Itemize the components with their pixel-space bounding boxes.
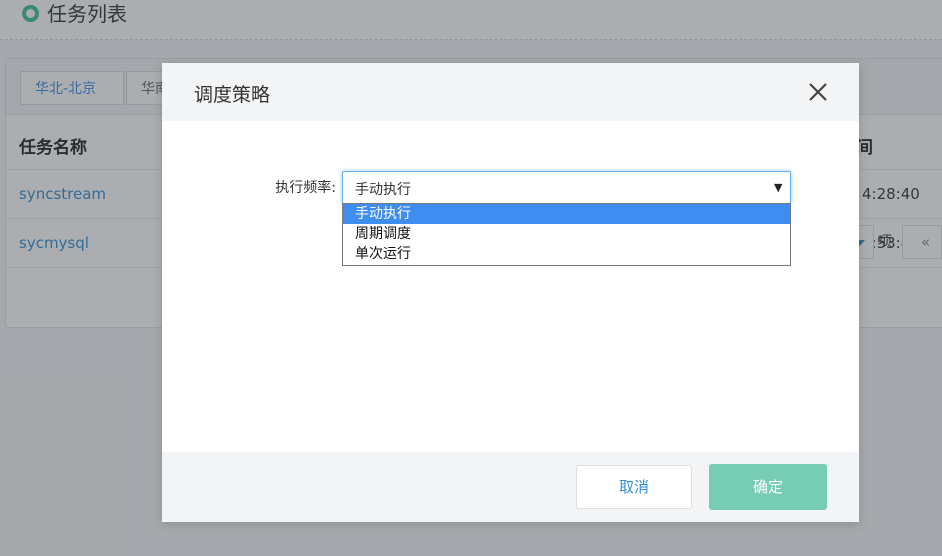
dialog-title: 调度策略: [194, 84, 271, 106]
option-manual[interactable]: 手动执行: [343, 204, 790, 224]
caret-down-icon: ▼: [774, 181, 783, 194]
dialog-header: 调度策略: [162, 63, 859, 121]
dialog-footer: 取消 确定: [162, 452, 859, 522]
close-icon[interactable]: [807, 81, 829, 103]
frequency-select[interactable]: 手动执行 ▼: [342, 171, 791, 204]
option-once[interactable]: 单次运行: [343, 244, 790, 264]
frequency-options: 手动执行 周期调度 单次运行: [342, 203, 791, 266]
schedule-policy-dialog: 调度策略 执行频率: 手动执行 ▼ 手动执行 周期调度 单次运行 取消 确定: [162, 63, 859, 522]
cancel-button[interactable]: 取消: [576, 465, 692, 509]
option-periodic[interactable]: 周期调度: [343, 224, 790, 244]
frequency-label: 执行频率:: [275, 180, 336, 196]
confirm-button[interactable]: 确定: [709, 464, 827, 510]
frequency-select-value: 手动执行: [355, 182, 411, 198]
